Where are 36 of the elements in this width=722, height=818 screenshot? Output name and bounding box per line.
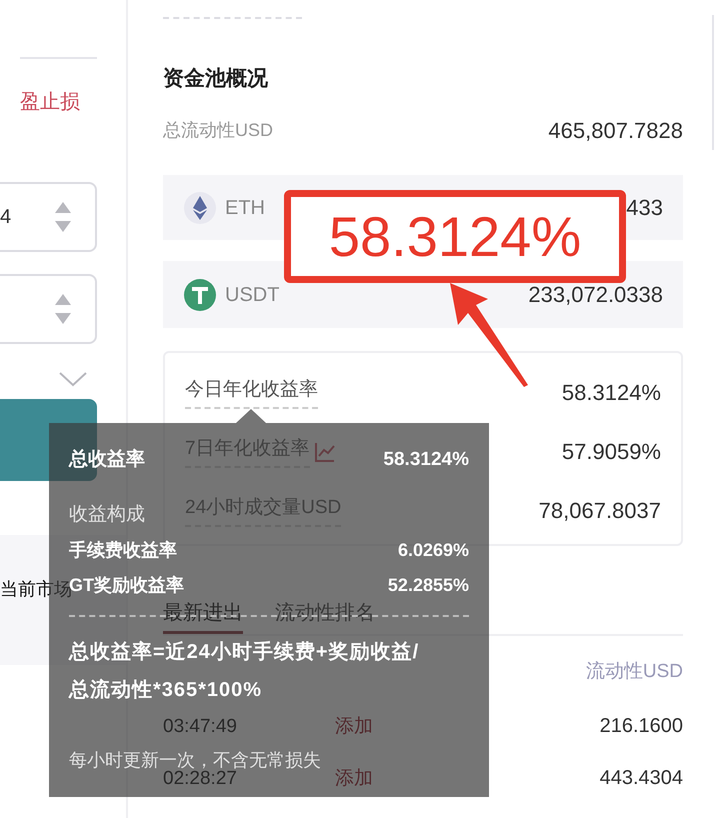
table-cell-text: 216.1600: [600, 714, 683, 739]
tooltip-label: 总收益率: [69, 448, 145, 472]
tooltip-value: 58.3124%: [383, 448, 469, 472]
number-field[interactable]: 4: [0, 182, 97, 252]
tether-icon: [183, 278, 217, 312]
tooltip-label: GT奖励收益率: [69, 574, 184, 595]
tooltip-value: 52.2855%: [388, 574, 469, 597]
tooltip-label: 手续费收益率: [69, 539, 177, 562]
spinner-icon[interactable]: [53, 200, 73, 234]
token-amount: 433: [626, 194, 663, 222]
tooltip-value: 6.0269%: [398, 539, 469, 562]
token-symbol: USDT: [225, 282, 280, 308]
stat-value: 57.9059%: [562, 438, 661, 466]
formula-text: 总收益率=近24小时手续费+奖励收益/总流动性*365*100%: [69, 640, 420, 703]
link[interactable]: 盈止损: [20, 87, 126, 115]
ethereum-icon: [183, 190, 217, 224]
token-amount: 233,072.0338: [528, 281, 663, 309]
callout-label: 58.3124%: [284, 190, 626, 283]
total-liquidity-value: 465,807.7828: [548, 116, 683, 144]
chevron-down-icon[interactable]: [58, 371, 88, 387]
stat-label: 今日年化收益率: [185, 376, 318, 409]
table-cell: 添加: [334, 768, 373, 788]
total-liquidity-label: 总流动性USD: [163, 118, 274, 142]
column-header: 流动性USD: [586, 660, 683, 684]
section-title: 资金池概况: [163, 66, 269, 92]
table-cell: 添加: [334, 716, 373, 736]
token-symbol: ETH: [225, 196, 265, 220]
tooltip-note: 每小时更新一次，不含无常损失: [69, 750, 321, 770]
stat-value: 78,067.8037: [538, 497, 661, 525]
table-cell: 02:28:27: [163, 768, 237, 788]
table-cell: 03:47:49: [163, 716, 237, 736]
stat-value: 58.3124%: [562, 379, 661, 407]
table-cell-text: 443.4304: [600, 766, 683, 791]
number-field[interactable]: [0, 274, 97, 344]
spinner-icon[interactable]: [53, 292, 73, 326]
tooltip-subtitle: 收益构成: [69, 503, 145, 528]
